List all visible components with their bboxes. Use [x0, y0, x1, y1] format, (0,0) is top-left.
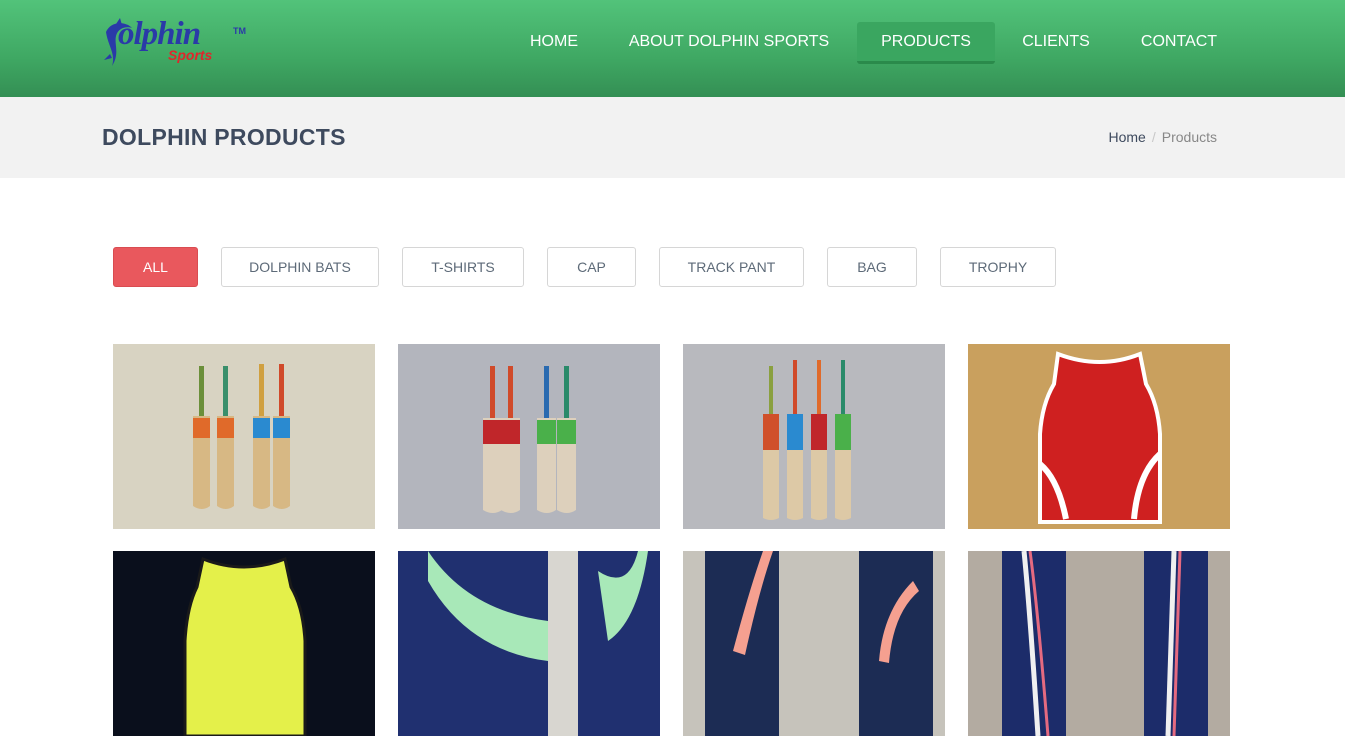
nav-about[interactable]: ABOUT DOLPHIN SPORTS: [618, 22, 840, 64]
logo-trademark: TM: [233, 26, 246, 36]
product-tile-bats-2[interactable]: [398, 344, 660, 529]
nav-home[interactable]: HOME: [520, 22, 588, 64]
site-header: olphin Sports TM HOME ABOUT DOLPHIN SPOR…: [0, 0, 1345, 97]
product-tile-track-pant-2[interactable]: [683, 551, 945, 736]
product-tile-track-pant-3[interactable]: [968, 551, 1230, 736]
cricket-bats-image: [398, 344, 660, 529]
page-title-band: DOLPHIN PRODUCTS Home / Products: [0, 97, 1345, 178]
filter-t-shirts-button[interactable]: T-SHIRTS: [402, 247, 524, 287]
filter-trophy-button[interactable]: TROPHY: [940, 247, 1056, 287]
filter-track-pant-button[interactable]: TRACK PANT: [659, 247, 804, 287]
filter-cap-button[interactable]: CAP: [547, 247, 636, 287]
track-pant-image: [968, 551, 1230, 736]
yellow-jersey-image: [113, 551, 375, 736]
product-tile-bats-1[interactable]: [113, 344, 375, 529]
track-pant-image: [398, 551, 660, 736]
filter-dolphin-bats-button[interactable]: DOLPHIN BATS: [221, 247, 379, 287]
product-tile-track-pant-1[interactable]: [398, 551, 660, 736]
product-tile-red-jersey[interactable]: [968, 344, 1230, 529]
cricket-bats-image: [113, 344, 375, 529]
product-tile-yellow-jersey[interactable]: [113, 551, 375, 736]
logo-subtitle: Sports: [168, 47, 213, 63]
dolphin-sports-logo[interactable]: olphin Sports TM: [102, 14, 247, 72]
cricket-bats-image: [683, 344, 945, 529]
breadcrumb-separator: /: [1151, 129, 1156, 145]
product-tile-bats-3[interactable]: [683, 344, 945, 529]
page-title: DOLPHIN PRODUCTS: [102, 124, 346, 150]
filter-all-button[interactable]: ALL: [113, 247, 198, 287]
breadcrumb-home-link[interactable]: Home: [1109, 129, 1146, 145]
filter-bag-button[interactable]: BAG: [827, 247, 917, 287]
nav-products[interactable]: PRODUCTS: [857, 22, 995, 64]
nav-contact[interactable]: CONTACT: [1130, 22, 1228, 64]
track-pant-image: [683, 551, 945, 736]
red-jersey-image: [968, 344, 1230, 529]
nav-clients[interactable]: CLIENTS: [1012, 22, 1100, 64]
breadcrumb-current: Products: [1161, 129, 1217, 145]
breadcrumb: Home / Products: [1109, 129, 1218, 145]
